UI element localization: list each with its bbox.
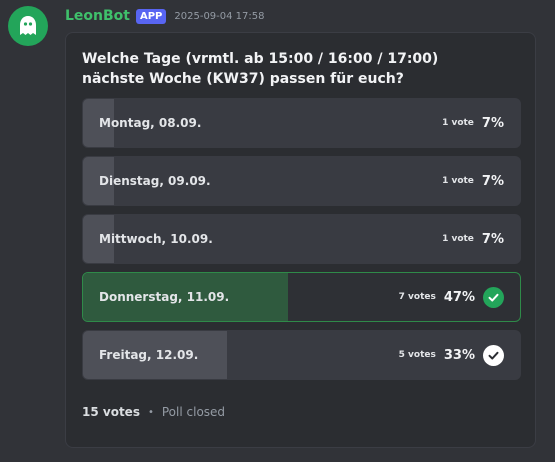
chat-message: LeonBot APP 2025-09-04 17:58 Welche Tage… (0, 0, 555, 462)
answer-percent: 33% (443, 347, 475, 363)
answer-vote-count: 1 vote (442, 176, 474, 186)
answer-label: Mittwoch, 10.09. (99, 232, 213, 246)
bot-avatar[interactable] (8, 6, 48, 46)
poll-answer-winner[interactable]: Donnerstag, 11.09. 7 votes 47% (82, 272, 521, 322)
answer-label: Dienstag, 09.09. (99, 174, 211, 188)
answer-vote-count: 5 votes (398, 350, 436, 360)
poll-answer[interactable]: Freitag, 12.09. 5 votes 33% (82, 330, 521, 380)
answer-label: Freitag, 12.09. (99, 348, 199, 362)
poll-answer[interactable]: Montag, 08.09. 1 vote 7% (82, 98, 521, 148)
check-circle-icon (483, 286, 504, 308)
app-tag: APP (135, 8, 167, 24)
answer-vote-count: 1 vote (442, 118, 474, 128)
username[interactable]: LeonBot (65, 8, 130, 24)
poll-question: Welche Tage (vrmtl. ab 15:00 / 16:00 / 1… (82, 51, 439, 87)
total-votes: 15 votes (82, 405, 140, 419)
poll-status: Poll closed (161, 405, 226, 419)
answer-vote-count: 1 vote (442, 234, 474, 244)
message-header: LeonBot APP 2025-09-04 17:58 (65, 7, 265, 25)
check-circle-icon (483, 344, 504, 366)
answer-label: Donnerstag, 11.09. (99, 290, 230, 304)
poll-answer[interactable]: Dienstag, 09.09. 1 vote 7% (82, 156, 521, 206)
ghost-icon (20, 16, 36, 35)
poll-answer[interactable]: Mittwoch, 10.09. 1 vote 7% (82, 214, 521, 264)
separator-dot: • (147, 406, 154, 418)
answer-vote-count: 7 votes (398, 292, 436, 302)
answer-percent: 47% (443, 289, 475, 305)
poll-answers: Montag, 08.09. 1 vote 7% Dienstag, 09.09… (82, 98, 521, 388)
poll-footer: 15 votes • Poll closed (82, 405, 225, 419)
poll-card: Welche Tage (vrmtl. ab 15:00 / 16:00 / 1… (65, 32, 536, 448)
answer-percent: 7% (481, 231, 504, 247)
answer-percent: 7% (481, 173, 504, 189)
timestamp: 2025-09-04 17:58 (174, 10, 265, 22)
answer-percent: 7% (481, 115, 504, 131)
answer-label: Montag, 08.09. (99, 116, 202, 130)
